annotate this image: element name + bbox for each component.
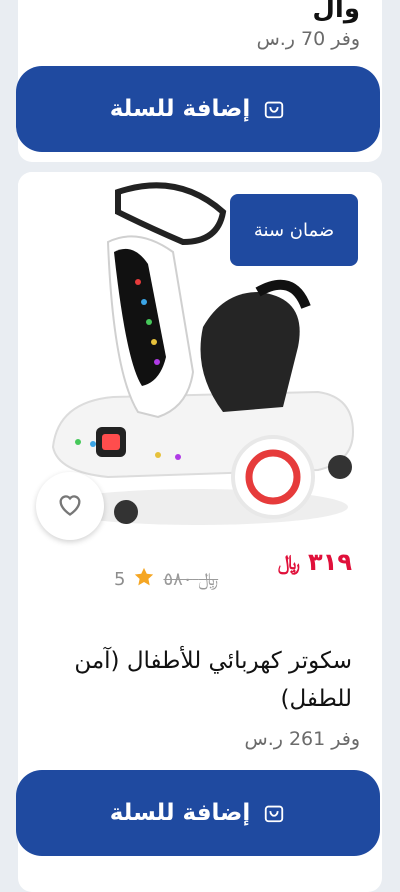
bag-icon xyxy=(262,97,286,121)
old-price-value: ٥٨٠ xyxy=(163,569,193,590)
add-to-cart-label: إضافة للسلة xyxy=(109,96,251,122)
heart-icon xyxy=(56,491,84,521)
price: ٣١٩ xyxy=(308,548,352,576)
bag-icon xyxy=(262,801,286,825)
old-price-currency: ﷼ xyxy=(198,569,219,590)
star-icon xyxy=(133,566,155,593)
rating-value: 5 xyxy=(114,569,126,590)
product-title: وال xyxy=(312,0,360,24)
product-title[interactable]: سكوتر كهربائي للأطفال (آمن للطفل) xyxy=(42,642,352,718)
add-to-cart-button[interactable]: إضافة للسلة xyxy=(16,770,380,856)
warranty-badge: ضمان سنة xyxy=(230,194,358,266)
add-to-cart-button[interactable]: إضافة للسلة xyxy=(16,66,380,152)
favorite-button[interactable] xyxy=(36,472,104,540)
currency-symbol: ﷼ xyxy=(277,550,301,574)
saving-text: وفر 70 ر.س xyxy=(256,28,360,50)
saving-text: وفر 261 ر.س xyxy=(244,728,361,750)
meta-row: 5 ﷼ ٥٨٠ xyxy=(114,566,218,593)
add-to-cart-label: إضافة للسلة xyxy=(109,800,251,826)
price-row: ٣١٩ ﷼ xyxy=(278,548,352,576)
old-price: ﷼ ٥٨٠ xyxy=(163,569,218,590)
